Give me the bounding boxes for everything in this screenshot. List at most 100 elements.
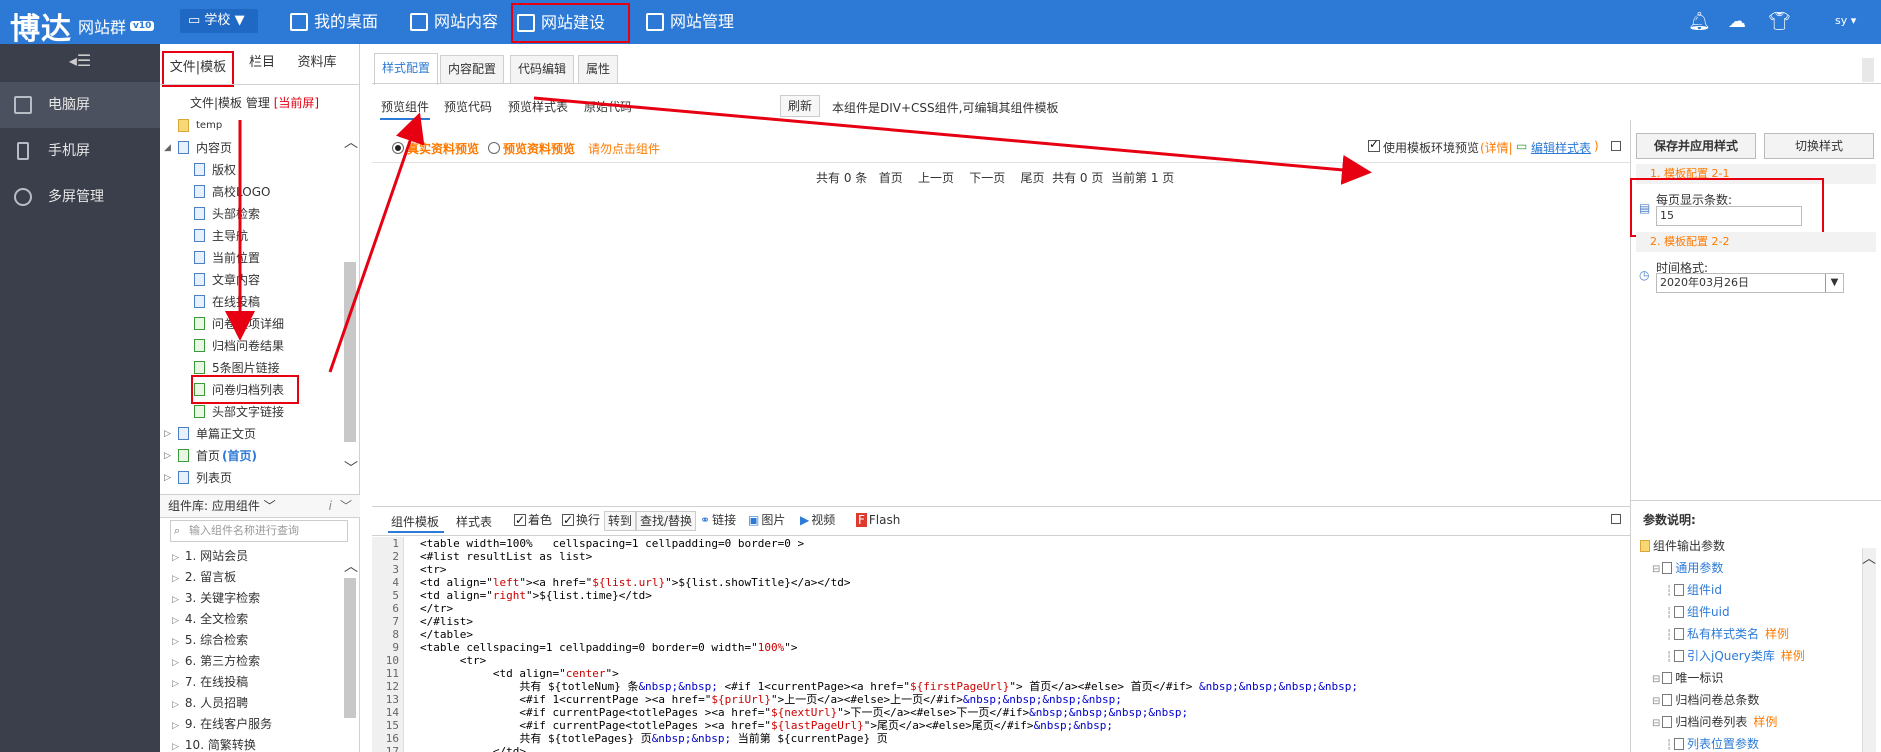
param-row[interactable]: ┆ 组件uid <box>1666 602 1730 622</box>
info-icon[interactable]: i <box>329 495 332 517</box>
section-template-config-2[interactable]: 2. 模板配置 2-2 <box>1636 232 1876 252</box>
list-item[interactable]: ▷ 4. 全文检索 <box>172 609 248 630</box>
scroll-up-icon[interactable]: ︿ <box>344 556 358 576</box>
list-item[interactable]: ▷ 7. 在线投稿 <box>172 672 248 693</box>
code-line[interactable]: 共有 ${totlePages} 页&nbsp;&nbsp; 当前第 ${cur… <box>420 732 1358 745</box>
maximize-icon[interactable] <box>1611 141 1621 151</box>
sample-link[interactable]: 样例 <box>1781 649 1805 663</box>
sidebar-item-multi-screen[interactable]: 多屏管理 <box>0 174 160 220</box>
tab-component-template[interactable]: 组件模板 <box>391 513 439 530</box>
list-item[interactable]: ▷ 6. 第三方检索 <box>172 651 260 672</box>
scroll-right-handle[interactable] <box>1862 58 1874 82</box>
user-menu[interactable]: sy ▾ <box>1835 14 1856 27</box>
component-scrollbar[interactable] <box>344 578 356 718</box>
tree-row[interactable]: 版权 <box>194 159 374 181</box>
bell-icon[interactable]: 🔔︎ <box>1688 12 1711 32</box>
collapse-menu-icon[interactable]: ◂☰ <box>0 44 160 78</box>
code-line[interactable]: <td align="center"> <box>420 667 1358 680</box>
nav-site-build[interactable]: 网站建设 <box>511 3 630 43</box>
code-line[interactable]: <#list resultList as list> <box>420 550 1358 563</box>
scroll-up-icon[interactable]: ︿ <box>344 132 358 152</box>
tab-content-config[interactable]: 内容配置 <box>440 55 505 83</box>
template-env-checkbox[interactable] <box>1368 137 1382 153</box>
sidebar-item-desktop-screen[interactable]: 电脑屏 <box>0 82 160 128</box>
list-item[interactable]: ▷ 2. 留言板 <box>172 567 236 588</box>
tab-column[interactable]: 栏目 <box>242 50 282 76</box>
tab-properties[interactable]: 属性 <box>578 55 619 83</box>
tool-1[interactable]: 着色 <box>514 511 552 531</box>
tree-row[interactable]: ▷ 列表页 <box>164 467 358 489</box>
tool-3[interactable]: 转到 <box>604 511 637 531</box>
tree-row[interactable]: ◢ 内容页 <box>164 137 358 159</box>
subtab-preview-stylesheet[interactable]: 预览样式表 <box>508 98 568 115</box>
shirt-icon[interactable]: 👕︎ <box>1768 12 1791 32</box>
cloud-icon[interactable]: ☁ <box>1726 12 1748 32</box>
list-item[interactable]: ▷ 1. 网站会员 <box>172 546 248 567</box>
tool-4[interactable]: 查找/替换 <box>636 511 697 531</box>
tab-code-edit[interactable]: 代码编辑 <box>510 55 575 83</box>
radio-real-preview[interactable] <box>392 142 404 154</box>
scroll-up-icon[interactable]: ︿ <box>1862 548 1876 568</box>
expand-arrow-icon[interactable]: ▷ <box>164 467 171 489</box>
code-line[interactable]: <tr> <box>420 654 1358 667</box>
tree-row[interactable]: ▷ 单篇正文页 <box>164 423 358 445</box>
code-line[interactable]: <tr> <box>420 563 1358 576</box>
list-item[interactable]: ▷ 9. 在线客户服务 <box>172 714 272 735</box>
code-line[interactable]: <#if currentPage<totlePages ><a href="${… <box>420 719 1358 732</box>
tab-style-config[interactable]: 样式配置 <box>374 53 439 85</box>
expand-arrow-icon[interactable]: ▷ <box>164 445 171 467</box>
tab-file-template[interactable]: 文件|模板 <box>162 51 234 87</box>
param-row[interactable]: ⊟ 归档问卷列表 样例 <box>1652 712 1777 732</box>
param-row[interactable]: ┆ 列表位置参数 <box>1666 734 1759 752</box>
param-row[interactable]: ┆ 组件id <box>1666 580 1722 600</box>
code-line[interactable]: <#if 1<currentPage ><a href="${priUrl}">… <box>420 693 1358 706</box>
maximize-icon[interactable] <box>1611 514 1621 524</box>
param-row[interactable]: ⊟ 唯一标识 <box>1652 668 1723 688</box>
tool-8[interactable]: F Flash <box>856 511 900 531</box>
code-line[interactable]: <table width=100% cellspacing=1 cellpadd… <box>420 537 1358 550</box>
code-line[interactable]: </#list> <box>420 615 1358 628</box>
sidebar-item-phone-screen[interactable]: 手机屏 <box>0 128 160 174</box>
expand-arrow-icon[interactable]: ▷ <box>164 423 171 445</box>
nav-site-content[interactable]: 网站内容 <box>406 8 518 36</box>
sample-link[interactable]: 样例 <box>1765 627 1789 641</box>
tree-row[interactable]: temp <box>178 115 358 137</box>
subtab-preview-code[interactable]: 预览代码 <box>444 98 492 115</box>
code-line[interactable]: </tr> <box>420 602 1358 615</box>
scroll-down-icon[interactable]: ﹀ <box>344 458 358 478</box>
tab-library[interactable]: 资料库 <box>292 50 342 76</box>
edit-stylesheet-link[interactable]: 编辑样式表 <box>1531 139 1591 156</box>
code-line[interactable]: </table> <box>420 628 1358 641</box>
param-row[interactable]: ⊟ 通用参数 <box>1652 558 1723 578</box>
time-format-select[interactable]: 2020年03月26日 ▼ <box>1656 273 1844 293</box>
param-row[interactable]: 组件输出参数 <box>1638 536 1725 556</box>
sample-link[interactable]: 样例 <box>1753 715 1777 729</box>
list-item[interactable]: ▷ 10. 简繁转换 <box>172 735 256 752</box>
tree-scrollbar[interactable] <box>344 262 356 442</box>
list-item[interactable]: ▷ 5. 综合检索 <box>172 630 248 651</box>
collapse-chevron-icon[interactable]: ﹀ <box>340 495 352 517</box>
code-line[interactable]: <td align="left"><a href="${list.url}">$… <box>420 576 1358 589</box>
per-page-input[interactable]: 15 <box>1656 206 1802 226</box>
tool-5[interactable]: ⚭ 链接 <box>700 511 736 531</box>
list-item[interactable]: ▷ 3. 关键字检索 <box>172 588 260 609</box>
subtab-preview-component[interactable]: 预览组件 <box>381 98 429 115</box>
code-line[interactable]: <#if currentPage<totlePages ><a href="${… <box>420 706 1358 719</box>
switch-style-button[interactable]: 切换样式 <box>1764 133 1874 159</box>
tree-row[interactable]: 主导航 <box>194 225 374 247</box>
refresh-button[interactable]: 刷新 <box>780 95 820 117</box>
list-item[interactable]: ▷ 8. 人员招聘 <box>172 693 248 714</box>
param-row[interactable]: ┆ 私有样式类名 样例 <box>1666 624 1789 644</box>
tool-2[interactable]: 换行 <box>562 511 600 531</box>
component-search-input[interactable]: ⌕ 输入组件名称进行查询 <box>170 520 348 542</box>
params-scrollbar[interactable] <box>1862 548 1876 752</box>
tool-6[interactable]: ▣ 图片 <box>748 511 785 531</box>
tool-7[interactable]: ▶ 视频 <box>800 511 835 531</box>
nav-my-desktop[interactable]: 我的桌面 <box>286 8 398 36</box>
component-library-header[interactable]: 组件库: 应用组件 ﹀ i ﹀ <box>160 494 360 518</box>
code-line[interactable]: <td align="right">${list.time}</td> <box>420 589 1358 602</box>
code-line[interactable]: </td> <box>420 745 1358 752</box>
code-line[interactable]: <table cellspacing=1 cellpadding=0 borde… <box>420 641 1358 654</box>
tree-row[interactable]: 头部检索 <box>194 203 374 225</box>
tab-stylesheet[interactable]: 样式表 <box>456 513 492 530</box>
